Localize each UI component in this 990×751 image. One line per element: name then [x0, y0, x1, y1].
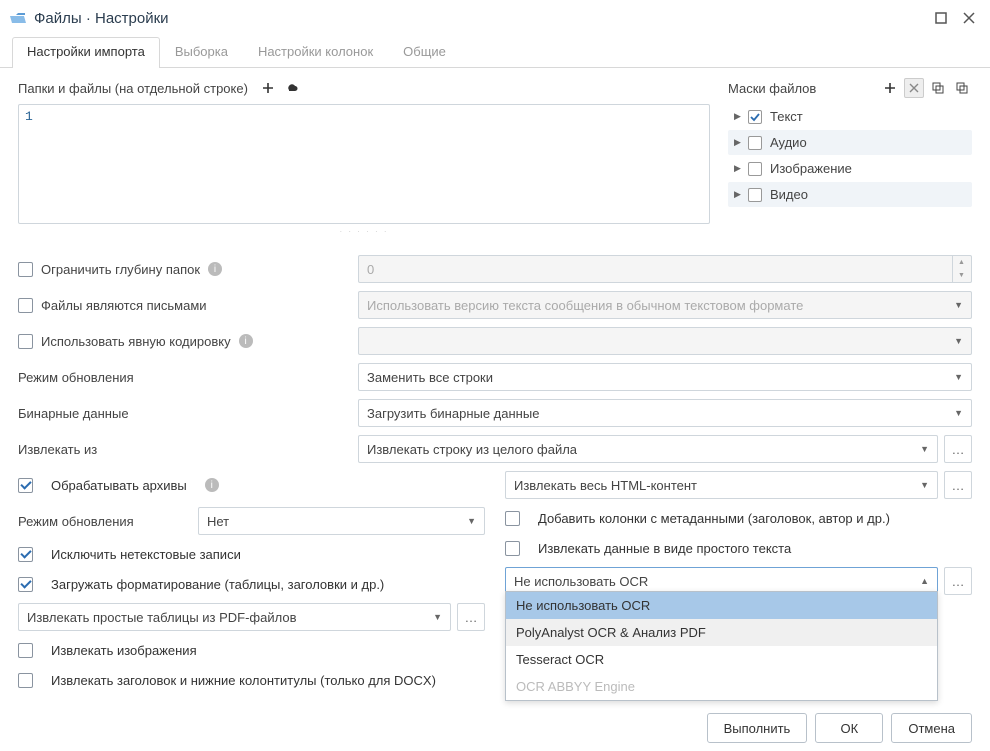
encoding-select: ▼ — [358, 327, 972, 355]
chevron-down-icon: ▼ — [954, 372, 963, 382]
tab-import-settings[interactable]: Настройки импорта — [12, 37, 160, 68]
tabs: Настройки импорта Выборка Настройки коло… — [0, 36, 990, 68]
copy-mask-button[interactable] — [928, 78, 948, 98]
process-archives-label: Обрабатывать архивы — [51, 478, 187, 493]
use-encoding-checkbox[interactable] — [18, 334, 33, 349]
folders-files-header: Папки и файлы (на отдельной строке) — [18, 78, 710, 98]
mask-item-video[interactable]: ▶ Видео — [728, 182, 972, 207]
binary-data-select[interactable]: Загрузить бинарные данные ▼ — [358, 399, 972, 427]
extract-images-checkbox[interactable] — [18, 643, 33, 658]
extract-from-more-button[interactable]: … — [944, 435, 972, 463]
mask-item-label: Видео — [770, 187, 808, 202]
ocr-option-none[interactable]: Не использовать OCR — [506, 592, 937, 619]
use-encoding-label: Использовать явную кодировку — [41, 334, 231, 349]
add-meta-cols-label: Добавить колонки с метаданными (заголово… — [538, 511, 890, 526]
maximize-button[interactable] — [930, 7, 952, 29]
pdf-tables-select[interactable]: Извлекать простые таблицы из PDF-файлов … — [18, 603, 451, 631]
mask-checkbox[interactable] — [748, 110, 762, 124]
upload-cloud-icon[interactable] — [282, 78, 302, 98]
update-mode2-select[interactable]: Нет ▼ — [198, 507, 485, 535]
chevron-up-icon: ▲ — [920, 576, 929, 586]
load-formatting-checkbox[interactable] — [18, 577, 33, 592]
masks-header: Маски файлов — [728, 78, 972, 98]
update-mode-label: Режим обновления — [18, 370, 134, 385]
info-icon[interactable]: i — [208, 262, 222, 276]
chevron-right-icon: ▶ — [734, 111, 744, 122]
tab-sampling[interactable]: Выборка — [160, 37, 243, 68]
cancel-button[interactable]: Отмена — [891, 713, 972, 743]
chevron-right-icon: ▶ — [734, 189, 744, 200]
chevron-down-icon: ▼ — [467, 516, 476, 526]
extract-from-label: Извлекать из — [18, 442, 97, 457]
ocr-option-tesseract[interactable]: Tesseract OCR — [506, 646, 937, 673]
spinner: ▲▼ — [952, 256, 970, 282]
chevron-right-icon: ▶ — [734, 137, 744, 148]
paths-input[interactable] — [18, 104, 710, 224]
chevron-right-icon: ▶ — [734, 163, 744, 174]
ok-button[interactable]: ОК — [815, 713, 883, 743]
add-path-button[interactable] — [258, 78, 278, 98]
ocr-more-button[interactable]: … — [944, 567, 972, 595]
pdf-tables-more-button[interactable]: … — [457, 603, 485, 631]
extract-images-label: Извлекать изображения — [51, 643, 197, 658]
mask-item-label: Текст — [770, 109, 803, 124]
extract-headers-docx-checkbox[interactable] — [18, 673, 33, 688]
mail-text-version-select: Использовать версию текста сообщения в о… — [358, 291, 972, 319]
chevron-down-icon: ▼ — [920, 444, 929, 454]
update-mode-select[interactable]: Заменить все строки ▼ — [358, 363, 972, 391]
chevron-down-icon: ▼ — [954, 336, 963, 346]
window-title: Файлы · Настройки — [34, 10, 924, 27]
mask-item-image[interactable]: ▶ Изображение — [728, 156, 972, 181]
chevron-down-icon: ▼ — [954, 300, 963, 310]
remove-mask-button[interactable] — [904, 78, 924, 98]
chevron-down-icon: ▼ — [920, 480, 929, 490]
extract-plain-label: Извлекать данные в виде простого текста — [538, 541, 791, 556]
mask-item-audio[interactable]: ▶ Аудио — [728, 130, 972, 155]
folders-files-label: Папки и файлы (на отдельной строке) — [18, 81, 248, 96]
info-icon[interactable]: i — [239, 334, 253, 348]
bottom-bar: Выполнить ОК Отмена — [0, 705, 990, 751]
masks-label: Маски файлов — [728, 81, 816, 96]
html-content-select[interactable]: Извлекать весь HTML-контент ▼ — [505, 471, 938, 499]
limit-depth-checkbox[interactable] — [18, 262, 33, 277]
resize-handle[interactable]: · · · · · · — [18, 227, 710, 237]
ocr-option-abbyy: OCR ABBYY Engine — [506, 673, 937, 700]
copy-mask-button-2[interactable] — [952, 78, 972, 98]
mask-list: ▶ Текст ▶ Аудио ▶ Изображение ▶ Видео — [728, 104, 972, 207]
folder-open-icon — [10, 12, 26, 24]
ocr-option-polyanalyst[interactable]: PolyAnalyst OCR & Анализ PDF — [506, 619, 937, 646]
limit-depth-label: Ограничить глубину папок — [41, 262, 200, 277]
exclude-nontext-label: Исключить нетекстовые записи — [51, 547, 241, 562]
mask-checkbox[interactable] — [748, 188, 762, 202]
execute-button[interactable]: Выполнить — [707, 713, 808, 743]
info-icon[interactable]: i — [205, 478, 219, 492]
close-button[interactable] — [958, 7, 980, 29]
files-are-mails-label: Файлы являются письмами — [41, 298, 207, 313]
extract-plain-checkbox[interactable] — [505, 541, 520, 556]
mask-item-label: Изображение — [770, 161, 852, 176]
add-meta-cols-checkbox[interactable] — [505, 511, 520, 526]
limit-depth-input: 0 ▲▼ — [358, 255, 972, 283]
extract-from-select[interactable]: Извлекать строку из целого файла ▼ — [358, 435, 938, 463]
chevron-down-icon: ▼ — [433, 612, 442, 622]
add-mask-button[interactable] — [880, 78, 900, 98]
update-mode2-label: Режим обновления — [18, 514, 134, 529]
chevron-down-icon: ▼ — [954, 408, 963, 418]
tab-column-settings[interactable]: Настройки колонок — [243, 37, 388, 68]
process-archives-checkbox[interactable] — [18, 478, 33, 493]
mask-item-text[interactable]: ▶ Текст — [728, 104, 972, 129]
load-formatting-label: Загружать форматирование (таблицы, загол… — [51, 577, 384, 592]
mask-item-label: Аудио — [770, 135, 807, 150]
files-are-mails-checkbox[interactable] — [18, 298, 33, 313]
exclude-nontext-checkbox[interactable] — [18, 547, 33, 562]
mask-checkbox[interactable] — [748, 162, 762, 176]
titlebar: Файлы · Настройки — [0, 0, 990, 36]
tab-general[interactable]: Общие — [388, 37, 461, 68]
ocr-dropdown: Не использовать OCR PolyAnalyst OCR & Ан… — [505, 591, 938, 701]
binary-data-label: Бинарные данные — [18, 406, 129, 421]
extract-headers-docx-label: Извлекать заголовок и нижние колонтитулы… — [51, 673, 436, 688]
mask-checkbox[interactable] — [748, 136, 762, 150]
html-content-more-button[interactable]: … — [944, 471, 972, 499]
